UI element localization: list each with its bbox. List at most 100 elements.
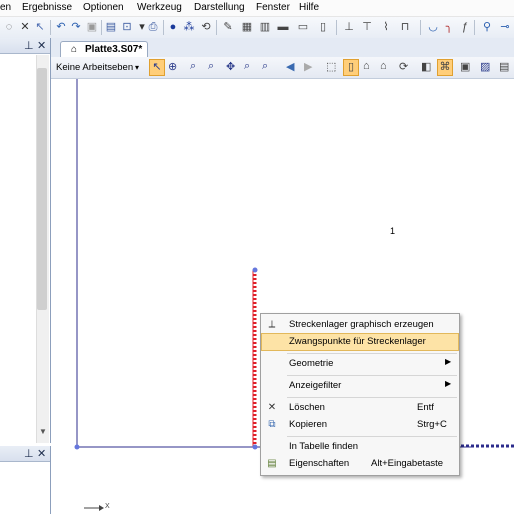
menu-item-properties[interactable]: ▤ Eigenschaften Alt+Eingabetaste: [261, 455, 459, 473]
rotate-icon[interactable]: ⟲: [199, 20, 213, 34]
toolbar-separator: [163, 20, 164, 35]
spring-icon[interactable]: ⌇: [379, 20, 393, 34]
menu-item-label: Streckenlager graphisch erzeugen: [289, 319, 434, 330]
close-icon[interactable]: ✕: [37, 39, 46, 52]
toolbar-separator: [420, 20, 421, 35]
select-icon[interactable]: ↖: [149, 59, 165, 76]
hinge-icon[interactable]: ⊤: [360, 20, 374, 34]
menu-item-label: In Tabelle finden: [289, 441, 359, 452]
menu-item-find-in-table[interactable]: In Tabelle finden: [261, 438, 459, 456]
slab-icon[interactable]: ▭: [296, 20, 310, 34]
menu-item-darstellung[interactable]: Darstellung: [194, 2, 245, 13]
pan-icon[interactable]: ✥: [226, 60, 235, 73]
node-point: [252, 267, 258, 273]
forward-icon[interactable]: ▶: [304, 60, 312, 73]
close-icon[interactable]: ✕: [18, 20, 32, 34]
display-icon[interactable]: ▣: [460, 60, 470, 73]
hatch-icon[interactable]: ▨: [480, 60, 490, 73]
menu-item-label: Löschen: [289, 402, 325, 413]
zoom-window-icon[interactable]: ⌕: [190, 60, 196, 73]
nodes-icon[interactable]: ⁂: [182, 20, 196, 34]
toolbar-separator: [101, 20, 102, 35]
toolbar-separator: [50, 20, 51, 35]
redo-icon[interactable]: ↷: [69, 20, 83, 34]
pin-icon[interactable]: ⊥: [24, 447, 34, 460]
workplane-select[interactable]: Keine Arbeitseben ▾: [56, 59, 144, 76]
submenu-arrow-icon: ▶: [445, 357, 452, 366]
menu-item-shortcut: Strg+C: [417, 419, 447, 430]
pin-icon[interactable]: ╮: [442, 20, 456, 34]
rotate-view-icon[interactable]: ⟳: [399, 60, 408, 73]
disabled-icon[interactable]: ▣: [85, 20, 99, 34]
menu-item-constraint-points[interactable]: Zwangspunkte für Streckenlager: [261, 333, 459, 351]
submenu-arrow-icon: ▶: [445, 379, 452, 388]
wall-icon[interactable]: ▥: [258, 20, 272, 34]
menu-item-copy[interactable]: ⧉ Kopieren Strg+C: [261, 416, 459, 434]
scroll-down-icon[interactable]: ▼: [39, 427, 47, 436]
edit-icon[interactable]: ✎: [221, 20, 235, 34]
pin-icon[interactable]: ⊥: [24, 39, 34, 52]
layout-icon[interactable]: ▤: [499, 60, 509, 73]
menu-item-create-line-support[interactable]: ⟂ Streckenlager graphisch erzeugen: [261, 316, 459, 334]
menu-item-label: Kopieren: [289, 419, 328, 430]
properties-icon: ▤: [267, 458, 277, 469]
close-icon[interactable]: ✕: [37, 447, 46, 460]
menu-item-ergebnisse[interactable]: Ergebnisse: [22, 2, 72, 13]
menu-separator: [287, 375, 457, 376]
zoom-out-icon[interactable]: ⌕: [262, 60, 268, 73]
menu-item-shortcut: Entf: [417, 402, 434, 413]
view-top-icon[interactable]: ▯: [343, 59, 359, 76]
tab-document-label: Platte3.S07*: [85, 44, 143, 55]
zoom-icon[interactable]: ⌕: [208, 60, 214, 73]
menu-item-label: Geometrie: [289, 358, 334, 369]
zoom-pointer-icon[interactable]: ⊕: [168, 60, 177, 73]
menu-item-hilfe[interactable]: Hilfe: [299, 2, 319, 13]
support-icon[interactable]: ⊥: [342, 20, 356, 34]
node-icon[interactable]: ⊸: [498, 20, 512, 34]
view-3d-icon[interactable]: ⬚: [326, 60, 336, 73]
layers-icon[interactable]: ▤: [104, 20, 118, 34]
snap-icon[interactable]: ⌘: [437, 59, 453, 76]
side-view-icon[interactable]: ⌂: [380, 60, 387, 72]
curve-icon[interactable]: ◡: [426, 20, 440, 34]
column-icon[interactable]: ▯: [316, 20, 330, 34]
menu-item-label: Anzeigefilter: [289, 380, 342, 391]
print-icon[interactable]: ⎙: [146, 20, 160, 34]
menu-item-delete[interactable]: ✕ Löschen Entf: [261, 399, 459, 417]
sphere-icon[interactable]: ●: [166, 20, 180, 34]
function-icon[interactable]: ƒ: [458, 20, 472, 34]
panel-header: ⊥ ✕: [0, 38, 50, 54]
menu-item-geometry[interactable]: Geometrie ▶: [261, 355, 459, 373]
home-view-icon[interactable]: ⌂: [363, 60, 370, 72]
undo-icon[interactable]: ↶: [54, 20, 68, 34]
menu-item-optionen[interactable]: Optionen: [83, 2, 124, 13]
main-toolbar: ◌ ✕ ↖ ↶ ↷ ▣ ▤ ⊡ ▾ ⎙ ● ⁂ ⟲ ✎ ▦ ▥ ▬ ▭ ▯ ⊥ …: [0, 17, 514, 39]
menu-separator: [287, 397, 457, 398]
tab-document[interactable]: ⌂ Platte3.S07*: [60, 41, 148, 58]
node-point: [252, 444, 258, 450]
render-icon[interactable]: ◧: [421, 60, 431, 73]
fixed-support-icon[interactable]: ⊓: [398, 20, 412, 34]
lasso-icon[interactable]: ◌: [2, 20, 16, 34]
document-icon: ⌂: [71, 44, 78, 55]
grid-icon[interactable]: ▦: [240, 20, 254, 34]
context-menu: ⟂ Streckenlager graphisch erzeugen Zwang…: [260, 313, 460, 476]
menu-item-en[interactable]: en: [0, 2, 11, 13]
scrollbar-thumb[interactable]: [37, 68, 47, 310]
beam-icon[interactable]: ▬: [276, 20, 290, 34]
back-icon[interactable]: ◀: [286, 60, 294, 73]
copy-icon: ⧉: [268, 419, 276, 430]
left-lower-panel: ⊥ ✕: [0, 446, 51, 514]
node-link-icon[interactable]: ⚲: [480, 20, 494, 34]
delete-icon: ✕: [267, 402, 277, 413]
menu-item-werkzeug[interactable]: Werkzeug: [137, 2, 182, 13]
panel-header: ⊥ ✕: [0, 446, 50, 462]
select-icon[interactable]: ↖: [33, 20, 47, 34]
zoom-in-icon[interactable]: ⌕: [244, 60, 250, 73]
menu-bar: en Ergebnisse Optionen Werkzeug Darstell…: [0, 0, 514, 17]
menu-item-label: Eigenschaften: [289, 458, 350, 469]
menu-item-fenster[interactable]: Fenster: [256, 2, 290, 13]
view-icon[interactable]: ⊡: [120, 20, 134, 34]
x-axis-arrow: [99, 505, 104, 511]
menu-item-display-filter[interactable]: Anzeigefilter ▶: [261, 377, 459, 395]
